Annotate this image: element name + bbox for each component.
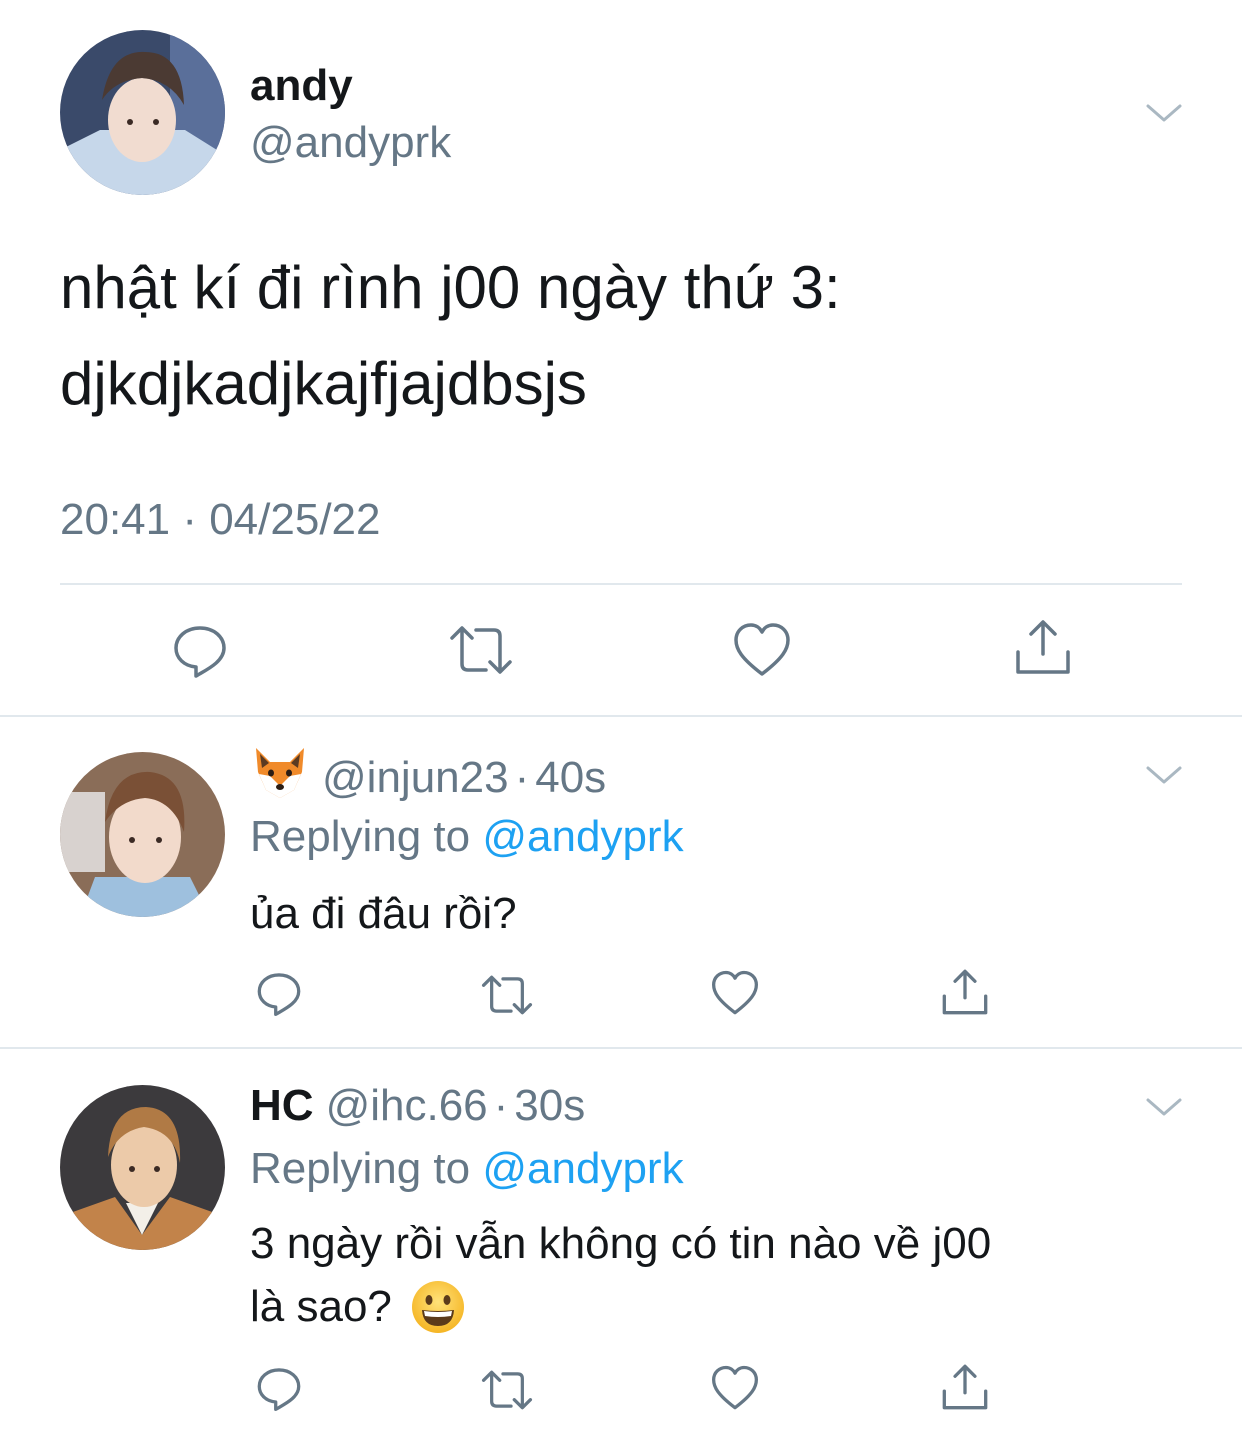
separator-dot: · <box>493 1081 509 1130</box>
retweet-icon[interactable] <box>480 974 534 1016</box>
retweet-icon[interactable] <box>448 624 514 676</box>
reply-icon[interactable] <box>172 622 228 678</box>
reply-author-handle[interactable]: @ihc.66 <box>326 1081 488 1130</box>
avatar-injun23[interactable] <box>60 752 225 917</box>
tweet-text-line-2: djkdjkadjkajfjajdbsjs <box>60 350 587 417</box>
chevron-down-icon[interactable] <box>1144 762 1184 788</box>
reply-icon[interactable] <box>256 1365 302 1411</box>
reply-time[interactable]: 40s <box>535 753 606 802</box>
reply-author-handle[interactable]: @injun23 <box>322 753 509 802</box>
reply-text-line-2-text: là sao? <box>250 1282 392 1331</box>
avatar-ihc66[interactable] <box>60 1085 225 1250</box>
reply-author-display-name[interactable]: HC <box>250 1081 314 1130</box>
chevron-down-icon[interactable] <box>1144 1094 1184 1120</box>
tweet-text-line-1: nhật kí đi rình j00 ngày thứ 3: <box>60 254 841 321</box>
replying-to-link[interactable]: @andyprk <box>482 1144 683 1193</box>
share-icon[interactable] <box>941 1363 989 1411</box>
tweet-timestamp: 20:41 · 04/25/22 <box>60 495 381 544</box>
replying-to-label: Replying to <box>250 1144 471 1193</box>
grinning-face-emoji <box>410 1279 466 1335</box>
separator-dot: · <box>514 753 530 802</box>
heart-icon[interactable] <box>733 622 791 678</box>
replying-to-link[interactable]: @andyprk <box>482 812 683 861</box>
replying-to: Replying to @andyprk <box>250 809 684 865</box>
reply-header: HC @ihc.66 · 30s <box>250 1078 585 1134</box>
retweet-icon[interactable] <box>480 1369 534 1411</box>
replying-to-label: Replying to <box>250 812 471 861</box>
reply-text: ủa đi đâu rồi? <box>250 889 517 938</box>
reply-text-line-2: là sao? <box>250 1279 466 1335</box>
avatar-andy[interactable] <box>60 30 225 195</box>
replying-to: Replying to @andyprk <box>250 1141 684 1197</box>
reply-time[interactable]: 30s <box>514 1081 585 1130</box>
share-icon[interactable] <box>941 968 989 1016</box>
chevron-down-icon[interactable] <box>1144 100 1184 126</box>
heart-icon[interactable] <box>711 970 759 1016</box>
reply-text-line-1: 3 ngày rồi vẫn không có tin nào về j00 <box>250 1219 992 1268</box>
reply-icon[interactable] <box>256 970 302 1016</box>
divider <box>60 583 1182 585</box>
author-display-name[interactable]: andy <box>250 58 353 114</box>
reply-header: @injun23 · 40s <box>250 746 606 806</box>
divider <box>0 1047 1242 1049</box>
author-handle[interactable]: @andyprk <box>250 115 451 171</box>
divider <box>0 715 1242 717</box>
share-icon[interactable] <box>1014 618 1072 676</box>
heart-icon[interactable] <box>711 1365 759 1411</box>
fox-face-emoji <box>250 746 310 800</box>
